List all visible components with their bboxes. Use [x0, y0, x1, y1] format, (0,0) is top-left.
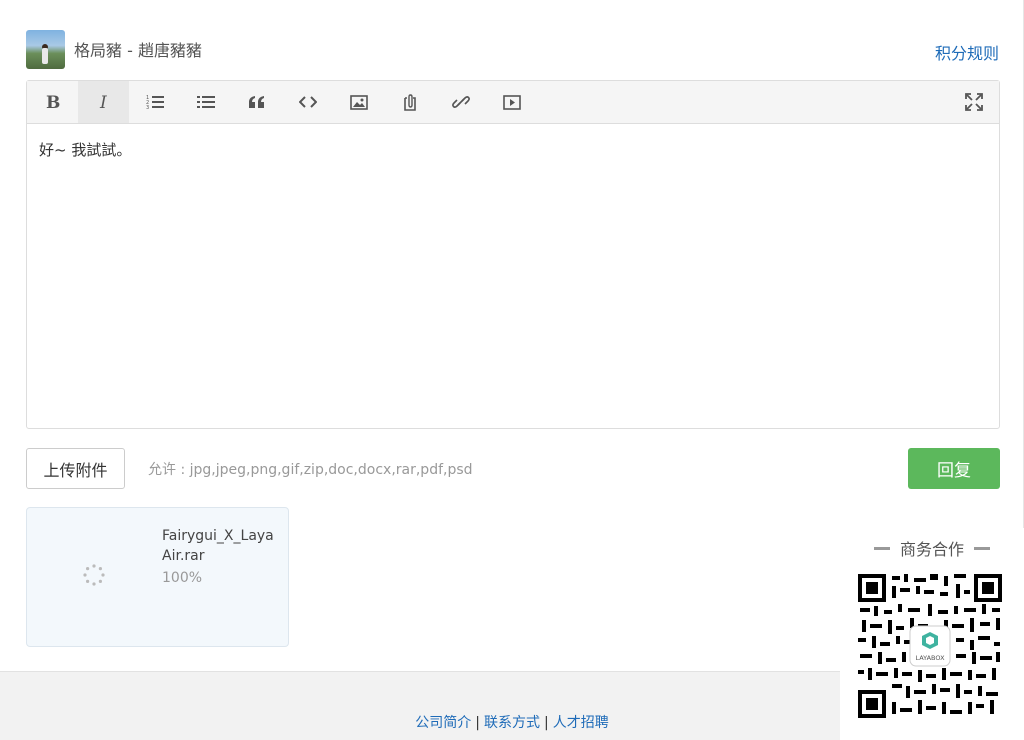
attachment-button[interactable] — [384, 81, 435, 123]
business-title-text: 商务合作 — [899, 540, 964, 559]
footer-link-company[interactable]: 公司简介 — [415, 715, 471, 731]
code-icon — [298, 96, 317, 108]
business-cooperation-box: 商务合作 LAYABOX — [840, 528, 1024, 740]
ordered-list-button[interactable]: 1 2 3 — [129, 81, 180, 123]
user-info: 格局豬 - 趙唐豬豬 — [26, 29, 202, 69]
quote-icon — [248, 96, 264, 108]
footer-links: 公司简介 | 联系方式 | 人才招聘 — [415, 715, 609, 731]
svg-text:B: B — [46, 94, 60, 110]
code-button[interactable] — [282, 81, 333, 123]
attachment-card: Fairygui_X_LayaAir.rar 100% — [26, 507, 289, 647]
attachment-progress: 100% — [162, 570, 203, 586]
qr-logo-text: LAYABOX — [915, 654, 945, 662]
quote-button[interactable] — [231, 81, 282, 123]
attachment-file-name: Fairygui_X_LayaAir.rar — [162, 528, 274, 564]
editor-toolbar: B I 1 2 3 — [27, 81, 999, 124]
fullscreen-button[interactable] — [948, 81, 999, 123]
avatar[interactable] — [26, 29, 65, 69]
unordered-list-button[interactable] — [180, 81, 231, 123]
reply-button[interactable]: 回复 — [908, 448, 1000, 489]
business-title: 商务合作 — [840, 536, 1024, 560]
points-rules-link[interactable]: 积分规则 — [935, 40, 999, 64]
footer-link-contact[interactable]: 联系方式 — [484, 715, 540, 731]
video-button[interactable] — [486, 81, 537, 123]
attachment-icon — [403, 94, 416, 111]
editor-content[interactable]: 好~ 我試試。 — [27, 124, 999, 175]
bold-button[interactable]: B — [27, 81, 78, 123]
upload-attachment-button[interactable]: 上传附件 — [26, 448, 125, 489]
fullscreen-icon — [964, 93, 983, 111]
user-name[interactable]: 格局豬 - 趙唐豬豬 — [74, 37, 202, 61]
rich-text-editor: B I 1 2 3 好~ 我試試。 — [26, 80, 1000, 429]
bold-icon: B — [46, 94, 60, 110]
unordered-list-icon — [196, 96, 215, 108]
italic-icon: I — [99, 94, 107, 110]
svg-text:I: I — [99, 94, 107, 110]
link-icon — [451, 96, 470, 108]
link-button[interactable] — [435, 81, 486, 123]
ordered-list-icon: 1 2 3 — [146, 95, 164, 110]
image-icon — [349, 94, 368, 110]
loading-spinner-icon — [83, 564, 105, 586]
svg-text:3: 3 — [146, 105, 149, 110]
allowed-file-types: 允许 : jpg,jpeg,png,gif,zip,doc,docx,rar,p… — [148, 462, 473, 478]
italic-button[interactable]: I — [78, 81, 129, 123]
footer-link-careers[interactable]: 人才招聘 — [553, 715, 609, 731]
image-button[interactable] — [333, 81, 384, 123]
qr-code-icon: LAYABOX — [858, 574, 1002, 718]
video-icon — [502, 94, 521, 110]
